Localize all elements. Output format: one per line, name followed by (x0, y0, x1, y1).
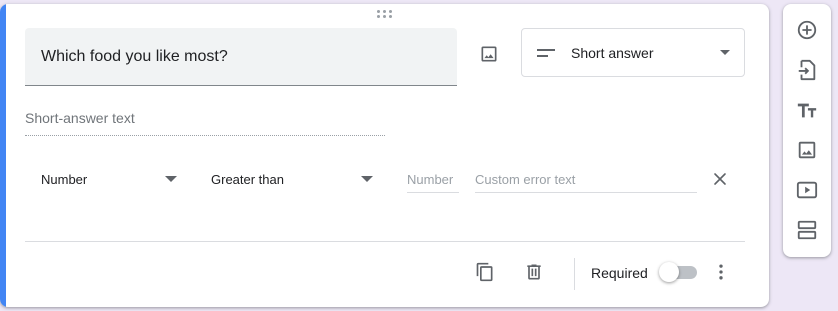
import-questions-icon (798, 59, 816, 81)
question-title-text: Which food you like most? (41, 47, 228, 65)
add-image-tool-button[interactable] (795, 138, 819, 162)
drag-handle-icon[interactable] (377, 10, 393, 20)
question-card[interactable]: Which food you like most? Short answer S… (0, 4, 769, 307)
add-video-button[interactable] (795, 178, 819, 202)
question-type-label: Short answer (571, 44, 654, 61)
add-image-button[interactable] (476, 41, 502, 67)
close-icon (714, 173, 726, 185)
question-title-field[interactable]: Which food you like most? (25, 28, 457, 86)
toggle-knob (659, 262, 679, 282)
image-icon (481, 46, 497, 62)
short-text-icon (537, 46, 555, 60)
trash-icon (527, 264, 541, 280)
validation-type-select[interactable]: Number (41, 166, 177, 192)
more-vert-icon (719, 264, 723, 280)
validation-condition-select[interactable]: Greater than (211, 166, 373, 192)
validation-type-label: Number (41, 171, 88, 187)
import-questions-button[interactable] (795, 58, 819, 82)
footer-divider (25, 241, 745, 242)
custom-error-input[interactable] (475, 166, 697, 193)
add-title-description-button[interactable] (795, 98, 819, 122)
add-question-icon (797, 20, 817, 40)
more-options-button[interactable] (709, 260, 733, 284)
chevron-down-icon (361, 176, 373, 182)
validation-condition-label: Greater than (211, 171, 284, 187)
question-type-dropdown[interactable]: Short answer (521, 28, 745, 77)
add-question-button[interactable] (795, 18, 819, 42)
delete-button[interactable] (522, 260, 546, 284)
form-editor: Which food you like most? Short answer S… (0, 0, 838, 311)
required-label: Required (591, 265, 648, 281)
chevron-down-icon (720, 50, 730, 55)
add-video-icon (796, 181, 818, 199)
duplicate-button[interactable] (473, 260, 497, 284)
add-section-icon (797, 220, 817, 240)
chevron-down-icon (165, 176, 177, 182)
question-toolbar (783, 4, 831, 257)
copy-icon (476, 262, 493, 282)
footer-separator (574, 258, 575, 290)
validation-number-input[interactable] (407, 166, 459, 193)
add-image-icon (798, 141, 816, 159)
remove-validation-button[interactable] (711, 170, 729, 188)
title-description-icon (797, 103, 817, 118)
required-toggle[interactable] (659, 262, 699, 282)
short-answer-placeholder: Short-answer text (25, 110, 385, 136)
add-section-button[interactable] (795, 218, 819, 242)
active-card-indicator (0, 4, 6, 307)
